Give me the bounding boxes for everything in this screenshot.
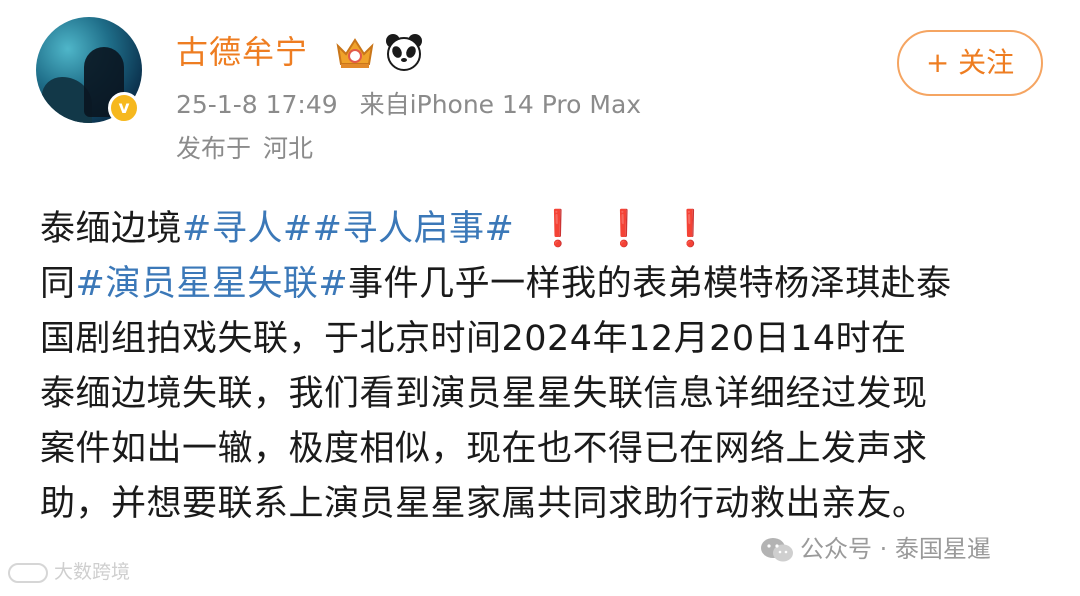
- post-meta: 25-1-8 17:49 来自iPhone 14 Pro Max: [176, 90, 641, 120]
- watermark-logo-icon: [8, 562, 48, 583]
- post-text: 泰缅边境: [40, 209, 183, 249]
- post-header: v 古德牟宁 25-1-8 17:49 来自iPhone 14 Pro Max 发…: [0, 0, 1080, 190]
- exclamation-icon: ❗: [668, 209, 713, 249]
- verified-badge-icon: v: [108, 92, 140, 124]
- watermark-left-text: 大数跨境: [54, 561, 131, 583]
- post-line: 案件如出一辙，极度相似，现在也不得已在网络上发声求: [40, 429, 928, 469]
- post-line: 泰缅边境#寻人##寻人启事# ❗ ❗ ❗: [40, 202, 1050, 257]
- post-line: 国剧组拍戏失联，于北京时间2024年12月20日14时在: [40, 319, 907, 359]
- watermark-right-text: 公众号 · 泰国星暹: [800, 535, 991, 563]
- post-line: 泰缅边境失联，我们看到演员星星失联信息详细经过发现: [40, 374, 928, 414]
- exclamation-icon: ❗: [536, 209, 581, 249]
- post-text: 同: [40, 264, 76, 304]
- hashtag-link[interactable]: #寻人#: [182, 209, 313, 249]
- follow-button[interactable]: + 关注: [897, 30, 1043, 96]
- hashtag-link[interactable]: #演员星星失联#: [76, 264, 349, 304]
- post-body: 泰缅边境#寻人##寻人启事# ❗ ❗ ❗ 同#演员星星失联#事件几乎一样我的表弟模特杨…: [40, 202, 1050, 532]
- exclamation-icon: ❗: [602, 209, 647, 249]
- post-line: 助，并想要联系上演员星星家属共同求助行动救出亲友。: [40, 484, 928, 524]
- post-source[interactable]: 来自iPhone 14 Pro Max: [360, 90, 641, 119]
- panda-icon: [386, 34, 422, 71]
- crown-badge-icon: [336, 38, 374, 68]
- post-text: 事件几乎一样我的表弟模特杨泽琪赴泰: [348, 264, 952, 304]
- post-timestamp: 25-1-8 17:49: [176, 90, 338, 119]
- post-line: 同#演员星星失联#事件几乎一样我的表弟模特杨泽琪赴泰: [40, 257, 1050, 312]
- watermark-left: 大数跨境: [8, 560, 130, 584]
- wechat-icon: [761, 538, 793, 562]
- location-prefix: 发布于: [176, 134, 252, 163]
- location-value: 河北: [263, 134, 314, 163]
- username[interactable]: 古德牟宁: [176, 34, 308, 70]
- post-location: 发布于 河北: [176, 134, 313, 164]
- hashtag-link[interactable]: #寻人启事#: [313, 209, 515, 249]
- watermark-right: 公众号 · 泰国星暹: [760, 534, 991, 564]
